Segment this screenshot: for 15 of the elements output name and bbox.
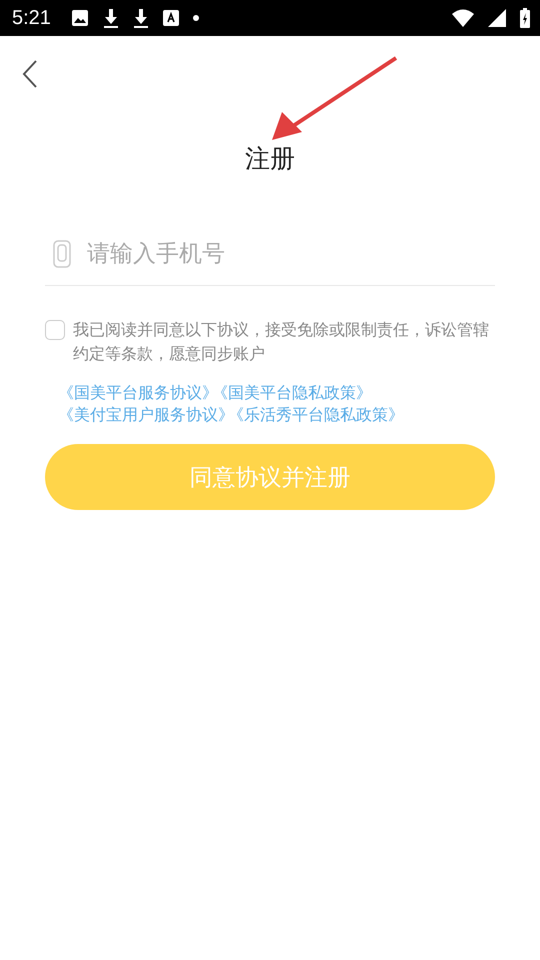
phone-icon <box>53 240 71 268</box>
page-title: 注册 <box>245 143 295 175</box>
agree-checkbox[interactable] <box>45 320 65 340</box>
register-button[interactable]: 同意协议并注册 <box>45 444 495 510</box>
download-icon <box>102 8 119 28</box>
download-icon <box>132 8 149 28</box>
image-icon <box>70 9 89 27</box>
status-time: 5:21 <box>12 6 51 30</box>
font-icon <box>162 10 179 26</box>
back-icon[interactable] <box>22 60 38 88</box>
agreement-text: 我已阅读并同意以下协议，接受免除或限制责任，诉讼管辖约定等条款，愿意同步账户 <box>73 319 490 365</box>
wifi-icon <box>452 9 474 27</box>
signal-icon <box>488 9 506 27</box>
dot-icon <box>192 15 199 21</box>
battery-icon <box>520 8 530 28</box>
